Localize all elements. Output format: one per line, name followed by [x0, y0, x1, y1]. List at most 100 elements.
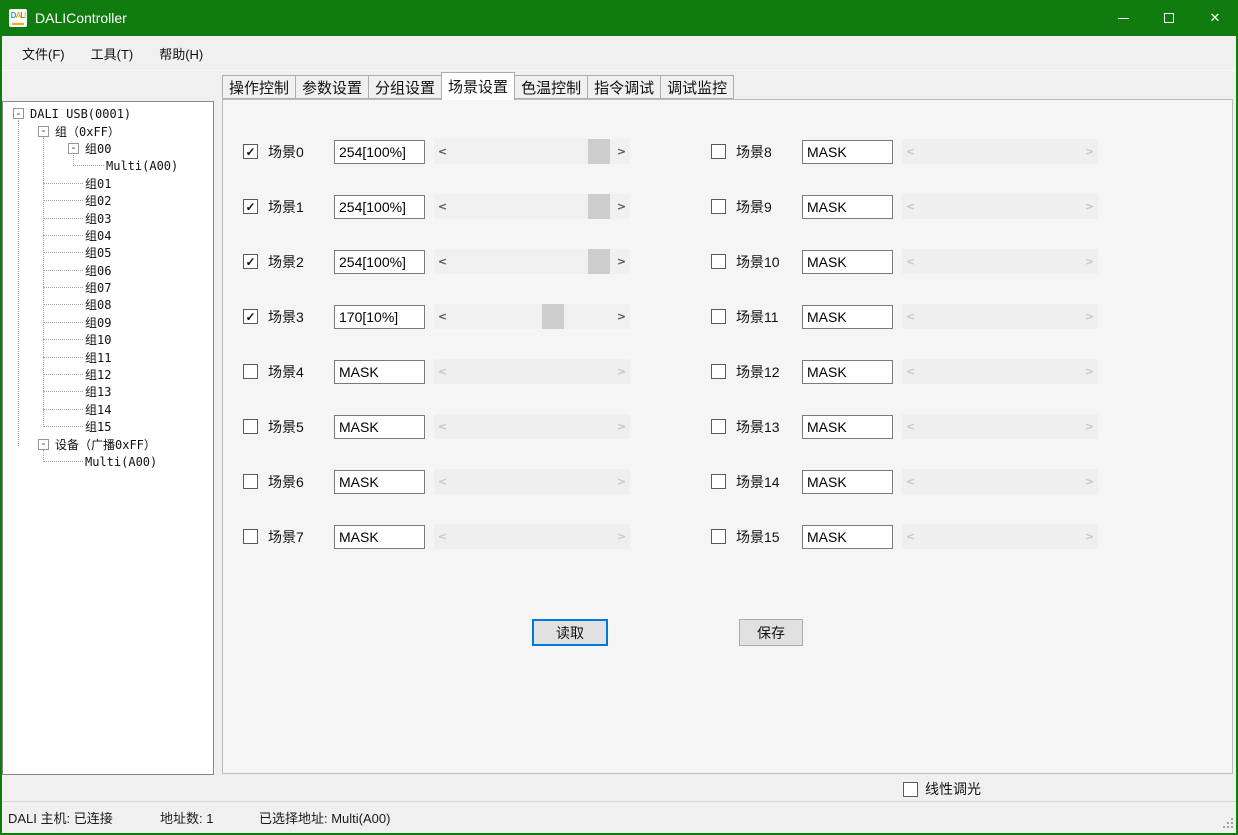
collapse-expander-icon[interactable]: -: [13, 108, 24, 119]
tree-item-label[interactable]: 组03: [83, 210, 113, 227]
tree-item-label[interactable]: 组01: [83, 175, 113, 192]
tree-item[interactable]: 组11: [3, 348, 213, 365]
resize-grip-icon[interactable]: [1231, 826, 1233, 828]
tree-item-label[interactable]: 组12: [83, 366, 113, 383]
scroll-left-icon[interactable]: <: [434, 194, 451, 219]
tree-item-label[interactable]: 组08: [83, 296, 113, 313]
tree-item[interactable]: 组09: [3, 314, 213, 331]
scene-value-input[interactable]: [802, 360, 893, 384]
scroll-left-icon[interactable]: <: [434, 304, 451, 329]
tree-item-label[interactable]: 组15: [83, 418, 113, 435]
tree-item-label[interactable]: 组06: [83, 262, 113, 279]
scene-checkbox[interactable]: [711, 364, 726, 379]
scene-level-scrollbar[interactable]: <>: [434, 139, 630, 164]
collapse-expander-icon[interactable]: -: [38, 439, 49, 450]
scroll-right-icon[interactable]: >: [613, 194, 630, 219]
scene-checkbox[interactable]: [711, 419, 726, 434]
tree-item-label[interactable]: 组10: [83, 331, 113, 348]
tree-item[interactable]: 组05: [3, 244, 213, 261]
scrollbar-thumb[interactable]: [542, 304, 564, 329]
tab-parameter-settings[interactable]: 参数设置: [295, 75, 369, 99]
device-tree-panel[interactable]: -DALI USB(0001)-组（0xFF）-组00Multi(A00)组01…: [2, 101, 214, 775]
tree-item[interactable]: 组15: [3, 418, 213, 435]
scene-level-scrollbar[interactable]: <>: [434, 249, 630, 274]
scene-checkbox[interactable]: [243, 529, 258, 544]
read-button[interactable]: 读取: [532, 619, 608, 646]
collapse-expander-icon[interactable]: -: [68, 143, 79, 154]
menu-item-file[interactable]: 文件(F): [9, 38, 78, 69]
tree-item[interactable]: -DALI USB(0001): [3, 105, 213, 122]
collapse-expander-icon[interactable]: -: [38, 126, 49, 137]
tab-command-debug[interactable]: 指令调试: [587, 75, 661, 99]
scene-checkbox[interactable]: ✓: [243, 199, 258, 214]
scene-checkbox[interactable]: [711, 144, 726, 159]
scroll-left-icon[interactable]: <: [434, 139, 451, 164]
tree-item-label[interactable]: 设备（广播0xFF）: [53, 436, 158, 453]
tree-item[interactable]: -组00: [3, 140, 213, 157]
scene-checkbox[interactable]: [711, 254, 726, 269]
tree-item-label[interactable]: 组07: [83, 279, 113, 296]
scene-value-input[interactable]: [802, 305, 893, 329]
tree-item[interactable]: Multi(A00): [3, 157, 213, 174]
tree-item-label[interactable]: 组13: [83, 383, 113, 400]
scene-checkbox[interactable]: [711, 529, 726, 544]
tree-item-label[interactable]: 组04: [83, 227, 113, 244]
scene-checkbox[interactable]: ✓: [243, 254, 258, 269]
tree-item[interactable]: 组07: [3, 279, 213, 296]
scrollbar-thumb[interactable]: [588, 139, 610, 164]
tab-operation-control[interactable]: 操作控制: [222, 75, 296, 99]
tree-item-label[interactable]: Multi(A00): [83, 455, 159, 469]
tree-item[interactable]: 组04: [3, 227, 213, 244]
tree-item-label[interactable]: 组（0xFF）: [53, 123, 122, 140]
scene-checkbox[interactable]: [243, 364, 258, 379]
scene-level-scrollbar[interactable]: <>: [434, 304, 630, 329]
scene-value-input[interactable]: [802, 250, 893, 274]
tree-item[interactable]: 组08: [3, 296, 213, 313]
scene-checkbox[interactable]: [243, 419, 258, 434]
scene-checkbox[interactable]: ✓: [243, 309, 258, 324]
scene-value-input[interactable]: [334, 470, 425, 494]
tab-grouping-settings[interactable]: 分组设置: [368, 75, 442, 99]
scene-value-input[interactable]: [802, 140, 893, 164]
tree-item[interactable]: 组14: [3, 401, 213, 418]
scene-value-input[interactable]: [334, 525, 425, 549]
scene-value-input[interactable]: [802, 525, 893, 549]
scene-checkbox[interactable]: ✓: [243, 144, 258, 159]
scene-checkbox[interactable]: [243, 474, 258, 489]
minimize-button[interactable]: [1100, 0, 1146, 36]
tree-item[interactable]: 组10: [3, 331, 213, 348]
maximize-button[interactable]: [1146, 0, 1192, 36]
close-button[interactable]: ✕: [1192, 0, 1238, 36]
save-button[interactable]: 保存: [739, 619, 803, 646]
scene-value-input[interactable]: [802, 195, 893, 219]
tree-item-label[interactable]: Multi(A00): [104, 159, 180, 173]
tree-item[interactable]: 组03: [3, 209, 213, 226]
tab-debug-monitor[interactable]: 调试监控: [660, 75, 734, 99]
scene-value-input[interactable]: [334, 140, 425, 164]
tree-item[interactable]: Multi(A00): [3, 453, 213, 470]
scene-level-scrollbar[interactable]: <>: [434, 194, 630, 219]
menu-item-help[interactable]: 帮助(H): [146, 38, 216, 69]
scene-checkbox[interactable]: [711, 309, 726, 324]
scene-value-input[interactable]: [334, 415, 425, 439]
scene-checkbox[interactable]: [711, 474, 726, 489]
scene-value-input[interactable]: [334, 250, 425, 274]
tree-item[interactable]: 组02: [3, 192, 213, 209]
tree-item[interactable]: -设备（广播0xFF）: [3, 435, 213, 452]
scene-checkbox[interactable]: [711, 199, 726, 214]
tree-item[interactable]: 组06: [3, 262, 213, 279]
scene-value-input[interactable]: [802, 470, 893, 494]
scene-value-input[interactable]: [334, 195, 425, 219]
scene-value-input[interactable]: [334, 305, 425, 329]
tree-item-label[interactable]: 组11: [83, 349, 113, 366]
scroll-right-icon[interactable]: >: [613, 139, 630, 164]
scene-value-input[interactable]: [802, 415, 893, 439]
scrollbar-thumb[interactable]: [588, 249, 610, 274]
tree-item-label[interactable]: DALI USB(0001): [28, 107, 133, 121]
scene-value-input[interactable]: [334, 360, 425, 384]
tree-item-label[interactable]: 组00: [83, 140, 113, 157]
scroll-right-icon[interactable]: >: [613, 304, 630, 329]
tree-item[interactable]: 组12: [3, 366, 213, 383]
scroll-left-icon[interactable]: <: [434, 249, 451, 274]
scrollbar-thumb[interactable]: [588, 194, 610, 219]
